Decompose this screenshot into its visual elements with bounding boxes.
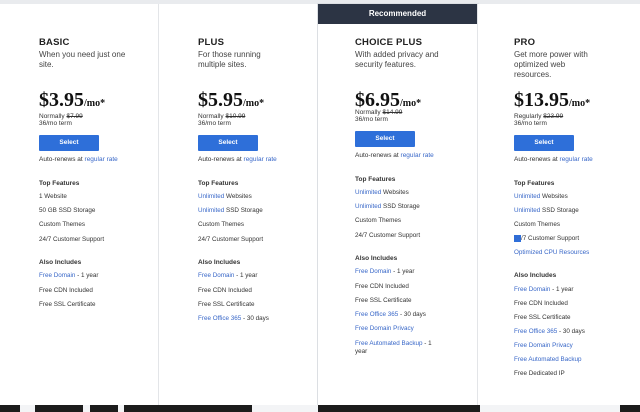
- include-item: Free CDN Included: [39, 287, 93, 294]
- auto-renew-text: Auto-renews at regular rate: [39, 156, 118, 163]
- include-item: Free Domain - 1 year: [198, 272, 258, 279]
- also-includes-title: Also Includes: [355, 255, 398, 262]
- plan-name: PLUS: [198, 37, 225, 48]
- regular-rate-link[interactable]: regular rate: [401, 152, 434, 159]
- auto-renew-text: Auto-renews at regular rate: [514, 156, 593, 163]
- text-selection-highlight: 24: [514, 235, 522, 242]
- scrollbar-segment: [90, 405, 118, 412]
- also-includes-title: Also Includes: [198, 259, 241, 266]
- feature-item: Unlimited Websites: [514, 193, 568, 200]
- feature-item: Custom Themes: [355, 217, 402, 224]
- scrollbar-segment: [620, 405, 640, 412]
- scrollbar-segment: [35, 405, 83, 412]
- include-item: Free Dedicated IP: [514, 370, 565, 377]
- feature-item: Custom Themes: [514, 221, 561, 228]
- plan-card-basic: BASIC When you need just one site. $3.95…: [0, 4, 159, 405]
- include-item: Free Automated Backup: [514, 356, 582, 363]
- include-item: Free Domain Privacy: [514, 342, 573, 349]
- feature-item: Custom Themes: [39, 221, 86, 228]
- feature-item: 24/7 Customer Support: [198, 236, 264, 243]
- plan-card-plus: PLUS For those running multiple sites. $…: [159, 4, 318, 405]
- include-item: Free SSL Certificate: [514, 314, 571, 321]
- feature-item: Optimized CPU Resources: [514, 249, 590, 256]
- plan-name: CHOICE PLUS: [355, 37, 423, 48]
- auto-renew-text: Auto-renews at regular rate: [355, 152, 434, 159]
- include-item: Free SSL Certificate: [39, 301, 96, 308]
- plan-description: With added privacy and security features…: [355, 50, 439, 69]
- feature-item: 50 GB SSD Storage: [39, 207, 96, 214]
- include-item: Free Domain Privacy: [355, 325, 414, 332]
- include-item: Free Office 365 - 30 days: [355, 311, 426, 318]
- term-text: 36/mo term: [198, 120, 231, 127]
- feature-item: Unlimited Websites: [355, 189, 409, 196]
- feature-item: 1 Website: [39, 193, 67, 200]
- scrollbar-segment: [0, 405, 20, 412]
- include-item: Free Automated Backup - 1: [355, 340, 432, 347]
- term-text: 36/mo term: [355, 116, 388, 123]
- select-button[interactable]: Select: [198, 135, 258, 151]
- term-text: 36/mo term: [39, 120, 72, 127]
- include-item: Free Office 365 - 30 days: [198, 315, 269, 322]
- plan-description: When you need just one site.: [39, 50, 126, 69]
- select-button[interactable]: Select: [514, 135, 574, 151]
- include-item: Free Domain - 1 year: [39, 272, 99, 279]
- feature-item: Unlimited SSD Storage: [198, 207, 263, 214]
- recommended-banner: Recommended: [318, 4, 477, 24]
- plan-name: BASIC: [39, 37, 70, 48]
- regular-rate-link[interactable]: regular rate: [560, 156, 593, 163]
- feature-item: Unlimited SSD Storage: [514, 207, 579, 214]
- include-item: Free Office 365 - 30 days: [514, 328, 585, 335]
- plan-name: PRO: [514, 37, 536, 48]
- auto-renew-text: Auto-renews at regular rate: [198, 156, 277, 163]
- top-features-title: Top Features: [198, 180, 239, 187]
- plan-price: $3.95/mo*: [39, 89, 106, 111]
- feature-item: Custom Themes: [198, 221, 245, 228]
- include-item: Free Domain - 1 year: [514, 286, 574, 293]
- pricing-table: BASIC When you need just one site. $3.95…: [0, 0, 640, 405]
- include-item: Free CDN Included: [355, 283, 409, 290]
- also-includes-title: Also Includes: [39, 259, 82, 266]
- term-text: 36/mo term: [514, 120, 547, 127]
- include-item-continued: year: [355, 348, 368, 355]
- also-includes-title: Also Includes: [514, 272, 557, 279]
- select-button[interactable]: Select: [355, 131, 415, 147]
- include-item: Free CDN Included: [514, 300, 568, 307]
- top-features-title: Top Features: [39, 180, 80, 187]
- top-features-title: Top Features: [514, 180, 555, 187]
- feature-item: 24/7 Customer Support: [514, 235, 580, 242]
- plan-card-pro: PRO Get more power with optimized web re…: [478, 4, 640, 405]
- feature-item: 24/7 Customer Support: [355, 232, 421, 239]
- regular-rate-link[interactable]: regular rate: [85, 156, 118, 163]
- plan-card-choice-plus: Recommended CHOICE PLUS With added priva…: [318, 4, 478, 405]
- plan-price: $5.95/mo*: [198, 89, 265, 111]
- plan-description: For those running multiple sites.: [198, 50, 261, 69]
- feature-item: Unlimited Websites: [198, 193, 252, 200]
- include-item: Free SSL Certificate: [355, 297, 412, 304]
- feature-item: Unlimited SSD Storage: [355, 203, 420, 210]
- bottom-scrollbar[interactable]: [0, 405, 640, 412]
- feature-item: 24/7 Customer Support: [39, 236, 105, 243]
- plan-price: $13.95/mo*: [514, 89, 591, 111]
- plan-description: Get more power with optimized web resour…: [514, 50, 588, 79]
- scrollbar-segment: [124, 405, 252, 412]
- scrollbar-segment: [318, 405, 480, 412]
- include-item: Free SSL Certificate: [198, 301, 255, 308]
- include-item: Free Domain - 1 year: [355, 268, 415, 275]
- select-button[interactable]: Select: [39, 135, 99, 151]
- top-features-title: Top Features: [355, 176, 396, 183]
- regular-rate-link[interactable]: regular rate: [244, 156, 277, 163]
- include-item: Free CDN Included: [198, 287, 252, 294]
